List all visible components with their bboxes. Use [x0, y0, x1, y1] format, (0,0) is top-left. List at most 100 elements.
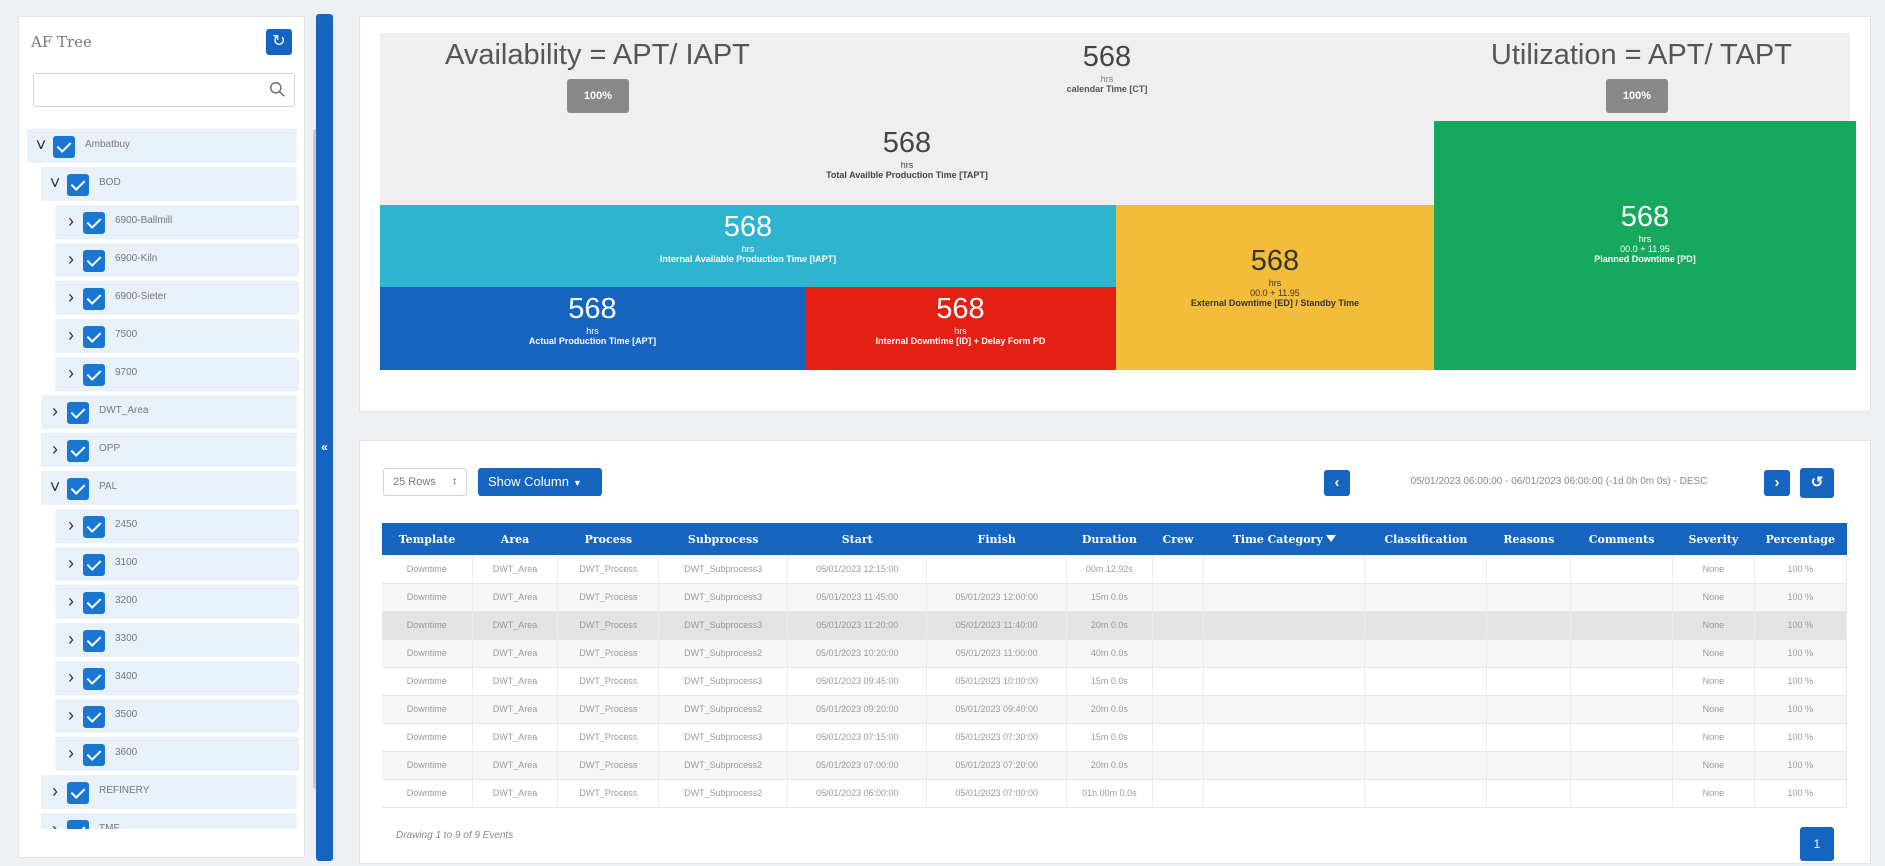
chevron-right-icon[interactable]: ›	[63, 326, 79, 344]
chevron-down-icon[interactable]: ˅	[47, 174, 63, 192]
tree-item[interactable]: › 3600	[55, 737, 299, 771]
table-cell: 100 %	[1754, 779, 1848, 808]
tree-item[interactable]: › TMF	[41, 813, 297, 829]
rows-per-page-select[interactable]: 25 Rows ↕	[383, 468, 467, 496]
chevron-right-icon[interactable]: ›	[47, 820, 63, 829]
column-header[interactable]: Start	[787, 523, 927, 555]
page-1-button[interactable]: 1	[1800, 827, 1834, 861]
column-header[interactable]: Subprocess	[658, 523, 788, 555]
chevron-right-icon[interactable]: ›	[47, 782, 63, 800]
tree-checkbox[interactable]	[67, 440, 89, 462]
tree-checkbox[interactable]	[83, 744, 105, 766]
table-cell: 05/01/2023 12:00:00	[926, 583, 1067, 612]
tree-checkbox[interactable]	[83, 364, 105, 386]
previous-range-button[interactable]: ‹	[1324, 470, 1350, 496]
column-header[interactable]: Area	[472, 523, 558, 555]
table-cell: DWT_Area	[472, 751, 559, 780]
chevron-right-icon[interactable]: ›	[63, 668, 79, 686]
chevron-right-icon[interactable]: ›	[63, 706, 79, 724]
tree-item[interactable]: › 2450	[55, 509, 299, 543]
tree-checkbox[interactable]	[83, 554, 105, 576]
tree-checkbox[interactable]	[53, 136, 75, 158]
refresh-button[interactable]: ↻	[266, 29, 292, 55]
collapse-sidebar-button[interactable]: «	[316, 14, 333, 861]
tree-checkbox[interactable]	[83, 516, 105, 538]
table-row[interactable]: Downtime DWT_Area DWT_Process DWT_Subproces…	[382, 779, 1848, 808]
tree-checkbox[interactable]	[67, 402, 89, 424]
chevron-right-icon[interactable]: ›	[63, 364, 79, 382]
tree-item[interactable]: › 3400	[55, 661, 299, 695]
tree-item[interactable]: › 7500	[55, 319, 299, 353]
chevron-down-icon[interactable]: ˅	[33, 136, 49, 154]
table-row[interactable]: Downtime DWT_Area DWT_Process DWT_Subproces…	[382, 695, 1848, 724]
column-header[interactable]: Comments	[1570, 523, 1673, 555]
chevron-right-icon[interactable]: ›	[63, 592, 79, 610]
tree-item[interactable]: › 3500	[55, 699, 299, 733]
tree-checkbox[interactable]	[83, 288, 105, 310]
reset-range-button[interactable]: ↺	[1800, 468, 1834, 498]
tree-checkbox[interactable]	[83, 630, 105, 652]
tree-item[interactable]: › 6900-Kiln	[55, 243, 299, 277]
chevron-right-icon[interactable]: ›	[47, 402, 63, 420]
tree-search-input[interactable]	[34, 74, 254, 106]
tree-item[interactable]: › 3300	[55, 623, 299, 657]
column-header[interactable]: Crew	[1152, 523, 1204, 555]
tree-checkbox[interactable]	[67, 820, 89, 829]
table-row[interactable]: Downtime DWT_Area DWT_Process DWT_Subproces…	[382, 667, 1848, 696]
tree-item[interactable]: ˅ Ambatbuy	[27, 129, 297, 163]
table-row[interactable]: Downtime DWT_Area DWT_Process DWT_Subproces…	[382, 555, 1848, 584]
column-header[interactable]: Duration	[1066, 523, 1153, 555]
tree-item[interactable]: › OPP	[41, 433, 297, 467]
chevron-right-icon[interactable]: ›	[63, 250, 79, 268]
tree-item[interactable]: › 9700	[55, 357, 299, 391]
tree-item[interactable]: › 6900-Sieter	[55, 281, 299, 315]
column-header[interactable]: Time Category	[1203, 523, 1365, 555]
tree-item[interactable]: › 6900-Ballmill	[55, 205, 299, 239]
chevron-right-icon[interactable]: ›	[63, 630, 79, 648]
chevron-right-icon[interactable]: ›	[63, 554, 79, 572]
chevron-down-icon[interactable]: ˅	[47, 478, 63, 496]
column-header[interactable]: Template	[382, 523, 473, 555]
chevron-right-icon[interactable]: ›	[63, 744, 79, 762]
table-cell: None	[1672, 751, 1755, 780]
table-cell	[1570, 779, 1674, 808]
column-header[interactable]: Severity	[1672, 523, 1755, 555]
iapt-unit: hrs	[741, 244, 755, 254]
chevron-right-icon[interactable]: ›	[63, 212, 79, 230]
search-icon[interactable]	[269, 81, 286, 98]
tree-item[interactable]: ˅ PAL	[41, 471, 297, 505]
column-header[interactable]: Percentage	[1754, 523, 1847, 555]
tree-item[interactable]: ˅ BOD	[41, 167, 297, 201]
tree-search-box[interactable]	[33, 73, 295, 107]
tree-checkbox[interactable]	[67, 478, 89, 500]
tree-item[interactable]: › 3200	[55, 585, 299, 619]
tree-checkbox[interactable]	[83, 706, 105, 728]
table-row[interactable]: Downtime DWT_Area DWT_Process DWT_Subproces…	[382, 723, 1848, 752]
filter-icon[interactable]	[1325, 535, 1336, 542]
tree-checkbox[interactable]	[83, 592, 105, 614]
next-range-button[interactable]: ›	[1764, 470, 1790, 496]
column-header[interactable]: Finish	[926, 523, 1067, 555]
column-header[interactable]: Reasons	[1486, 523, 1571, 555]
column-header[interactable]: Classification	[1364, 523, 1487, 555]
table-cell: DWT_Process	[557, 639, 660, 668]
tree-checkbox[interactable]	[83, 250, 105, 272]
tree-checkbox[interactable]	[67, 174, 89, 196]
tree-checkbox[interactable]	[83, 668, 105, 690]
tree-checkbox[interactable]	[83, 326, 105, 348]
show-column-button[interactable]: Show Column ▼	[478, 468, 602, 496]
chevron-right-icon[interactable]: ›	[63, 288, 79, 306]
chevron-right-icon[interactable]: ›	[47, 440, 63, 458]
table-row[interactable]: Downtime DWT_Area DWT_Process DWT_Subproces…	[382, 611, 1848, 640]
table-row[interactable]: Downtime DWT_Area DWT_Process DWT_Subproces…	[382, 583, 1848, 612]
tree-item[interactable]: › REFINERY	[41, 775, 297, 809]
tree-checkbox[interactable]	[83, 212, 105, 234]
table-cell	[1203, 639, 1366, 668]
column-header[interactable]: Process	[557, 523, 659, 555]
chevron-right-icon[interactable]: ›	[63, 516, 79, 534]
table-row[interactable]: Downtime DWT_Area DWT_Process DWT_Subproces…	[382, 751, 1848, 780]
tree-checkbox[interactable]	[67, 782, 89, 804]
tree-item[interactable]: › 3100	[55, 547, 299, 581]
tree-item[interactable]: › DWT_Area	[41, 395, 297, 429]
table-row[interactable]: Downtime DWT_Area DWT_Process DWT_Subproces…	[382, 639, 1848, 668]
